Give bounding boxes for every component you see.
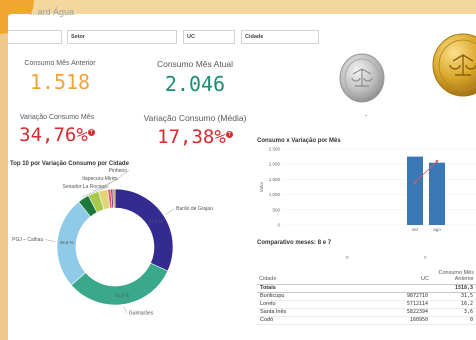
- kpi-variacao-media-value-box: 17,38%↑: [135, 126, 255, 148]
- window-frame-left: [0, 0, 8, 340]
- cell-cidade: Codó: [257, 316, 353, 325]
- filter-uc[interactable]: UC: [183, 30, 235, 44]
- totals-uc: [353, 284, 431, 293]
- line-point[interactable]: [413, 181, 417, 184]
- column-header-cidade[interactable]: Cidade ⌕: [257, 252, 353, 285]
- cell-cidade: Loreto: [257, 300, 353, 309]
- cell-cidade: Santa Inês: [257, 308, 353, 317]
- donut-segment[interactable]: [114, 188, 174, 272]
- y-tick-label: 2.500: [269, 147, 281, 152]
- cell-uc: 160950: [353, 316, 431, 325]
- donut-chart[interactable]: 31.8 % Barão de Grajaú 31.8 % Guimarães 25.6…: [8, 168, 250, 340]
- y-tick-label: 1.000: [269, 192, 281, 197]
- cell-valor: 3,6: [431, 308, 476, 317]
- y-tick-label: 2.000: [269, 162, 281, 167]
- comparison-table: Cidade ⌕ UC ⌕ Consumo Mês Anterior Totai…: [257, 252, 476, 325]
- search-icon[interactable]: ⌕: [424, 255, 427, 262]
- bar[interactable]: [407, 156, 423, 225]
- x-tick-label: ago: [433, 227, 441, 232]
- bar-chart[interactable]: 0 500 1.000 1.500 2.000 2.500 Valor set ago: [257, 145, 476, 233]
- column-header-consumo-anterior[interactable]: Consumo Mês Anterior: [431, 252, 476, 285]
- kpi-consumo-anterior-label: Consumo Mês Anterior: [24, 60, 96, 67]
- donut-category-label: Senador La Rocque: [63, 184, 108, 190]
- donut-segment[interactable]: [112, 188, 116, 209]
- kpi-variacao-media-label: Variação Consumo (Média): [143, 113, 247, 123]
- donut-category-label: Pinheiro: [109, 168, 128, 174]
- donut-percent-label: 31.8 %: [149, 218, 163, 223]
- donut-category-label: Barão de Grajaú: [176, 206, 213, 212]
- donut-chart-title: Top 10 por Variação Consumo por Cidade: [10, 161, 129, 167]
- y-tick-label: 0: [277, 223, 280, 228]
- donut-percent-label: 25.6 %: [60, 240, 74, 245]
- donut-leader-line: [165, 208, 175, 215]
- y-tick-label: 1.500: [269, 177, 281, 182]
- filter-box-partial[interactable]: [8, 30, 62, 44]
- table-header-row: Cidade ⌕ UC ⌕ Consumo Mês Anterior: [257, 252, 476, 285]
- arrow-up-icon: ↑: [87, 128, 95, 136]
- donut-leader-line: [45, 239, 56, 242]
- indicator-placeholder: -: [365, 113, 368, 120]
- cell-valor: 31,5: [431, 292, 476, 301]
- cell-cidade: Buriticupu: [257, 292, 353, 301]
- line-point[interactable]: [435, 159, 439, 163]
- column-header-label: Cidade: [259, 275, 277, 282]
- cell-valor: 16,2: [431, 300, 476, 309]
- donut-category-label: Itapecuru-Mirim: [82, 176, 117, 182]
- app-title: ...ard Água: [30, 7, 75, 17]
- table-row[interactable]: Buriticupu 9872710 31,5: [257, 292, 476, 301]
- kpi-variacao-media-value: 17,38%: [157, 126, 226, 148]
- cell-uc: 5822394: [353, 308, 431, 317]
- kpi-consumo-atual-label: Consumo Mês Atual: [156, 59, 234, 69]
- table-row[interactable]: Codó 160950 0: [257, 316, 476, 325]
- table-row[interactable]: Loreto 5712114 16,2: [257, 300, 476, 309]
- filter-setor[interactable]: Setor: [67, 30, 177, 44]
- donut-category-label: PGJ – Calhau: [12, 237, 43, 243]
- kpi-consumo-anterior-value: 1.518: [29, 70, 91, 94]
- column-header-uc[interactable]: UC ⌕: [353, 252, 431, 285]
- bar-chart-title: Consumo x Variação por Mês: [257, 138, 341, 144]
- comparison-table-title: Comparativo meses: 8 e 7: [257, 240, 332, 246]
- silver-coin-icon: [339, 53, 385, 103]
- totals-label: Totais: [257, 284, 353, 293]
- donut-percent-label: 31.8 %: [115, 292, 129, 297]
- search-icon[interactable]: ⌕: [346, 255, 349, 262]
- table-totals-row: Totais 1518,3: [257, 284, 476, 293]
- kpi-variacao-label: Variação Consumo Mês: [19, 114, 95, 121]
- donut-category-label: Guimarães: [129, 310, 154, 316]
- totals-value: 1518,3: [431, 284, 476, 293]
- y-axis-label: Valor: [259, 181, 264, 192]
- column-header-label: Consumo Mês Anterior: [438, 269, 474, 282]
- gold-coin-icon: [432, 33, 476, 97]
- y-tick-label: 500: [272, 207, 280, 212]
- column-header-label: UC: [421, 275, 429, 282]
- donut-leader-line: [123, 306, 128, 313]
- cell-valor: 0: [431, 316, 476, 325]
- kpi-variacao-value: 34,76%: [19, 124, 88, 146]
- cell-uc: 9872710: [353, 292, 431, 301]
- kpi-variacao-value-box: 34,76%↑: [8, 124, 106, 146]
- cell-uc: 5712114: [353, 300, 431, 309]
- donut-segment[interactable]: [70, 262, 169, 306]
- filter-cidade[interactable]: Cidade: [241, 30, 319, 44]
- bar[interactable]: [429, 162, 445, 225]
- x-tick-label: set: [412, 227, 419, 232]
- table-row[interactable]: Santa Inês 5822394 3,6: [257, 308, 476, 317]
- kpi-consumo-atual-value: 2.046: [164, 72, 226, 96]
- arrow-up-icon: ↑: [225, 130, 233, 138]
